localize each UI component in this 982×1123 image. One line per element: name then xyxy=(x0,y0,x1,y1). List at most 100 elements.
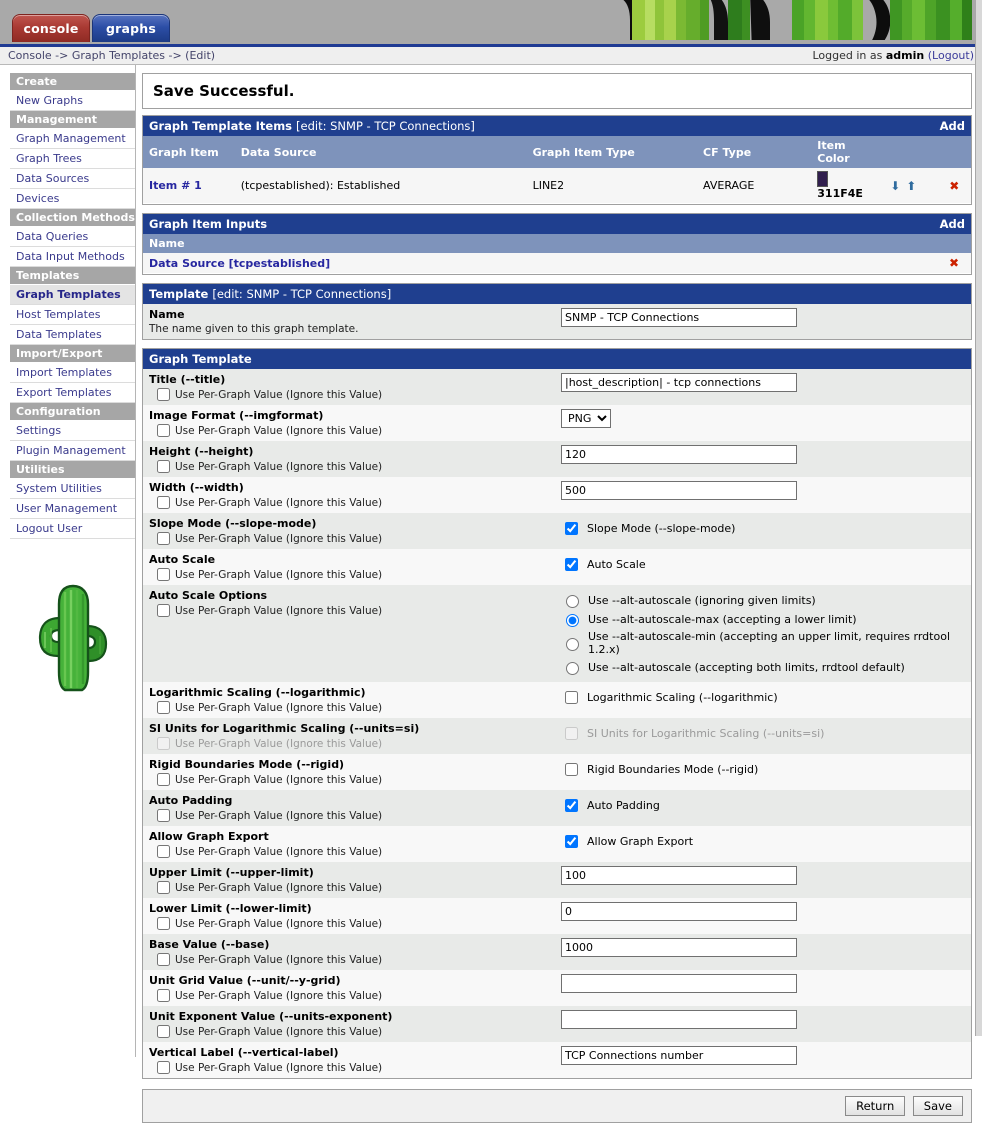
graph-item-inputs-column-headers: Name xyxy=(143,234,971,253)
template-title: Template xyxy=(149,287,209,301)
add-graph-item-input-link[interactable]: Add xyxy=(940,217,965,231)
option-checkbox[interactable] xyxy=(565,799,578,812)
graph-item-link[interactable]: Item # 1 xyxy=(143,168,235,204)
cactus-banner-image xyxy=(620,0,972,40)
sidebar-item-devices[interactable]: Devices xyxy=(10,189,135,209)
per-graph-value-checkbox[interactable] xyxy=(157,989,170,1002)
per-graph-value-checkbox[interactable] xyxy=(157,917,170,930)
field-label-cell: Auto Scale Use Per-Graph Value (Ignore th… xyxy=(143,549,555,585)
delete-x-icon[interactable]: ✖ xyxy=(949,256,959,270)
logout-link[interactable]: (Logout) xyxy=(928,49,974,62)
checkbox-row[interactable]: Rigid Boundaries Mode (--rigid) xyxy=(561,760,965,779)
input-name-link[interactable]: Data Source [tcpestablished] xyxy=(149,257,330,270)
per-graph-value-label: Use Per-Graph Value (Ignore this Value) xyxy=(175,953,383,966)
template-name-input[interactable] xyxy=(561,308,797,327)
checkbox-row[interactable]: Logarithmic Scaling (--logarithmic) xyxy=(561,688,965,707)
per-graph-value-checkbox[interactable] xyxy=(157,953,170,966)
radio-row[interactable]: Use --alt-autoscale (ignoring given limi… xyxy=(561,592,965,608)
sidebar-item-export-templates[interactable]: Export Templates xyxy=(10,383,135,403)
sidebar-item-data-templates[interactable]: Data Templates xyxy=(10,325,135,345)
option-checkbox[interactable] xyxy=(565,691,578,704)
field-label: Title (--title) xyxy=(149,373,226,386)
delete-x-icon[interactable]: ✖ xyxy=(949,179,959,193)
sidebar-item-graph-trees[interactable]: Graph Trees xyxy=(10,149,135,169)
checkbox-row[interactable]: Slope Mode (--slope-mode) xyxy=(561,519,965,538)
sidebar-item-data-sources[interactable]: Data Sources xyxy=(10,169,135,189)
option-checkbox[interactable] xyxy=(565,763,578,776)
graph-item-label[interactable]: Item # 1 xyxy=(149,179,202,192)
checkbox-row[interactable]: Allow Graph Export xyxy=(561,832,965,851)
sidebar-item-host-templates[interactable]: Host Templates xyxy=(10,305,135,325)
autoscale-option-radio[interactable] xyxy=(566,638,579,651)
arrow-up-icon[interactable]: ⬆ xyxy=(906,179,916,193)
autoscale-option-radio[interactable] xyxy=(566,614,579,627)
text-input[interactable] xyxy=(561,373,797,392)
per-graph-value-checkbox[interactable] xyxy=(157,809,170,822)
per-graph-value-checkbox[interactable] xyxy=(157,496,170,509)
per-graph-value-label: Use Per-Graph Value (Ignore this Value) xyxy=(175,845,383,858)
form-row: Allow Graph Export Use Per-Graph Value (I… xyxy=(143,826,971,862)
sidebar-item-import-templates[interactable]: Import Templates xyxy=(10,363,135,383)
sidebar-item-settings[interactable]: Settings xyxy=(10,421,135,441)
sidebar-item-data-queries[interactable]: Data Queries xyxy=(10,227,135,247)
per-graph-value-checkbox[interactable] xyxy=(157,1025,170,1038)
sidebar-item-data-input-methods[interactable]: Data Input Methods xyxy=(10,247,135,267)
sidebar-item-graph-management[interactable]: Graph Management xyxy=(10,129,135,149)
per-graph-value-checkbox[interactable] xyxy=(157,532,170,545)
table-row: Item # 1 (tcpestablished): Established L… xyxy=(143,168,971,204)
field-label-cell: Auto Scale Options Use Per-Graph Value (I… xyxy=(143,585,555,682)
sidebar-item-user-management[interactable]: User Management xyxy=(10,499,135,519)
sidebar-item-plugin-management[interactable]: Plugin Management xyxy=(10,441,135,461)
autoscale-option-radio[interactable] xyxy=(566,662,579,675)
checkbox-row[interactable]: Auto Padding xyxy=(561,796,965,815)
per-graph-value-checkbox[interactable] xyxy=(157,1061,170,1074)
text-input[interactable] xyxy=(561,902,797,921)
per-graph-value-row: Use Per-Graph Value (Ignore this Value) xyxy=(157,737,549,750)
text-input[interactable] xyxy=(561,445,797,464)
text-input[interactable] xyxy=(561,866,797,885)
autoscale-option-label: Use --alt-autoscale (accepting both limi… xyxy=(588,660,905,674)
sidebar-item-graph-templates[interactable]: Graph Templates xyxy=(10,285,135,305)
field-label-cell: Auto Padding Use Per-Graph Value (Ignore … xyxy=(143,790,555,826)
text-input[interactable] xyxy=(561,1010,797,1029)
text-input[interactable] xyxy=(561,974,797,993)
per-graph-value-checkbox[interactable] xyxy=(157,388,170,401)
per-graph-value-checkbox[interactable] xyxy=(157,701,170,714)
save-button[interactable]: Save xyxy=(912,1096,963,1116)
tab-console[interactable]: console xyxy=(12,14,90,42)
image-format-select[interactable]: PNGGIFSVG xyxy=(561,409,611,428)
breadcrumb[interactable]: Console -> Graph Templates -> (Edit) xyxy=(8,49,215,62)
arrow-down-icon[interactable]: ⬇ xyxy=(890,179,900,193)
per-graph-value-checkbox[interactable] xyxy=(157,424,170,437)
sidebar-item-new-graphs[interactable]: New Graphs xyxy=(10,91,135,111)
per-graph-value-checkbox[interactable] xyxy=(157,568,170,581)
sidebar-item-system-utilities[interactable]: System Utilities xyxy=(10,479,135,499)
radio-row[interactable]: Use --alt-autoscale-max (accepting a low… xyxy=(561,611,965,627)
per-graph-value-checkbox[interactable] xyxy=(157,845,170,858)
autoscale-option-radio[interactable] xyxy=(566,595,579,608)
option-checkbox[interactable] xyxy=(565,558,578,571)
option-checkbox[interactable] xyxy=(565,835,578,848)
text-input[interactable] xyxy=(561,481,797,500)
option-checkbox-label: Rigid Boundaries Mode (--rigid) xyxy=(587,763,759,776)
list-item: Data Source [tcpestablished] ✖ xyxy=(143,253,971,274)
radio-row[interactable]: Use --alt-autoscale (accepting both limi… xyxy=(561,659,965,675)
per-graph-value-checkbox[interactable] xyxy=(157,881,170,894)
input-name-cell[interactable]: Data Source [tcpestablished] xyxy=(143,253,937,274)
add-graph-item-link[interactable]: Add xyxy=(940,119,965,133)
text-input[interactable] xyxy=(561,1046,797,1065)
main-tab-bar[interactable]: console graphs xyxy=(12,14,170,42)
option-checkbox[interactable] xyxy=(565,522,578,535)
sidebar-item-logout-user[interactable]: Logout User xyxy=(10,519,135,539)
per-graph-value-checkbox[interactable] xyxy=(157,460,170,473)
radio-row[interactable]: Use --alt-autoscale-min (accepting an up… xyxy=(561,630,965,656)
text-input[interactable] xyxy=(561,938,797,957)
checkbox-row[interactable]: Auto Scale xyxy=(561,555,965,574)
option-checkbox-label: Logarithmic Scaling (--logarithmic) xyxy=(587,691,778,704)
field-value-cell: Rigid Boundaries Mode (--rigid) xyxy=(555,754,971,790)
field-label-cell: Title (--title) Use Per-Graph Value (Igno… xyxy=(143,369,555,405)
tab-graphs[interactable]: graphs xyxy=(92,14,170,42)
per-graph-value-checkbox[interactable] xyxy=(157,604,170,617)
per-graph-value-checkbox[interactable] xyxy=(157,773,170,786)
return-button[interactable]: Return xyxy=(845,1096,906,1116)
